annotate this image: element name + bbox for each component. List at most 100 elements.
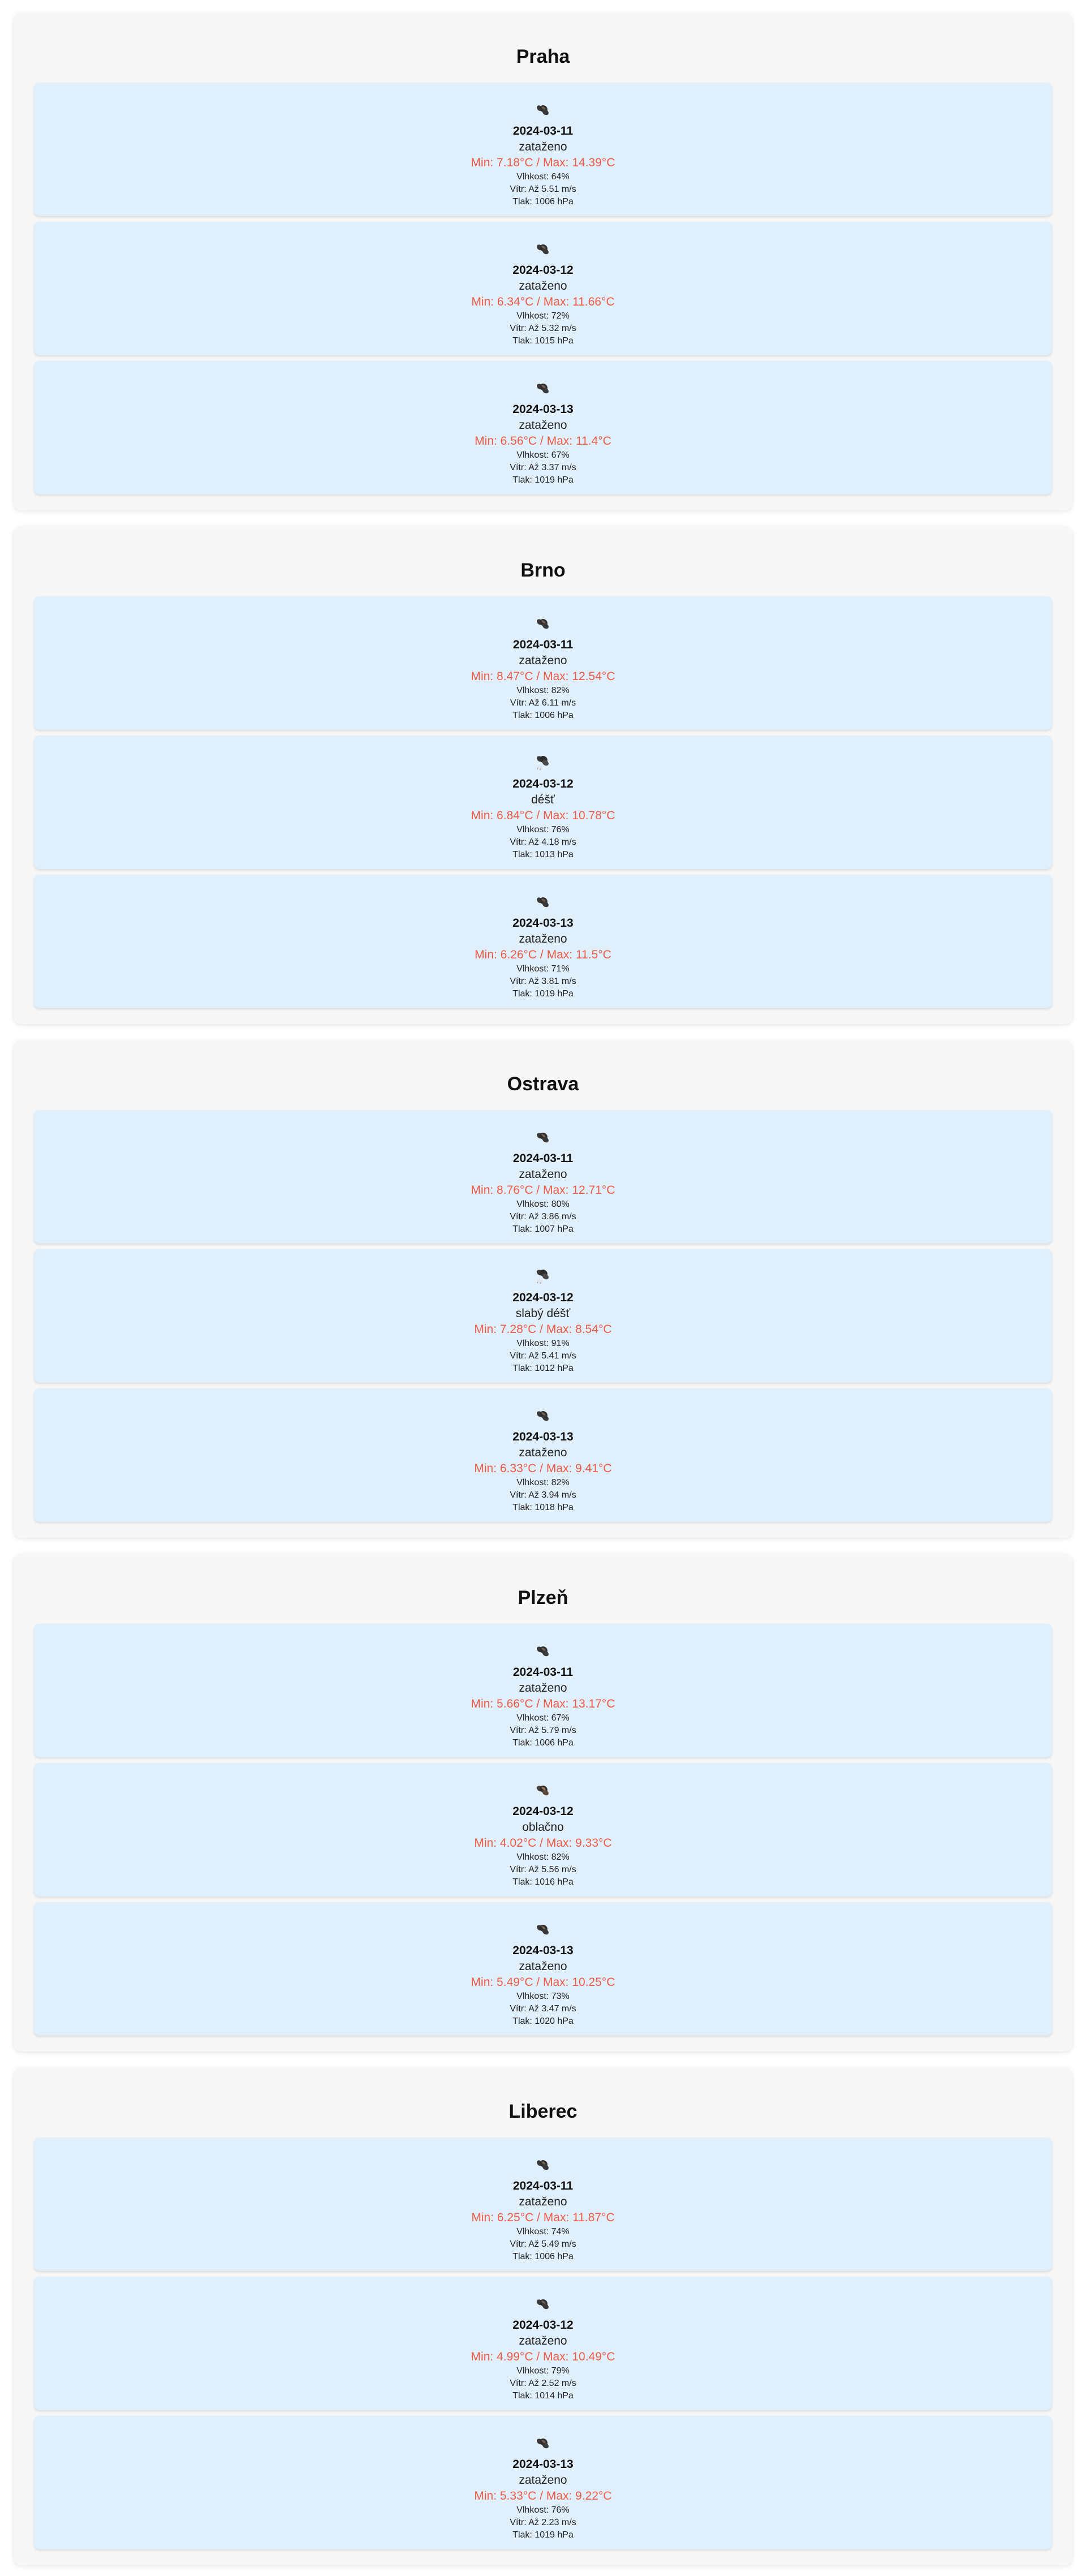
overcast-cloud-icon	[533, 1127, 553, 1147]
wind-speed: Vítr: Až 4.18 m/s	[510, 837, 576, 847]
forecast-date: 2024-03-12	[512, 1291, 574, 1304]
humidity: Vlhkost: 67%	[516, 1713, 570, 1723]
wind-speed: Vítr: Až 5.51 m/s	[510, 184, 576, 194]
weather-description: zataženo	[519, 279, 567, 293]
day-forecast-card: 2024-03-11 zataženo Min: 5.66°C / Max: 1…	[34, 1624, 1052, 1757]
humidity: Vlhkost: 73%	[516, 1992, 570, 2001]
forecast-date: 2024-03-11	[512, 124, 574, 137]
weather-description: zataženo	[519, 2195, 567, 2208]
pressure: Tlak: 1006 hPa	[512, 197, 574, 207]
forecast-date: 2024-03-13	[512, 1944, 574, 1957]
wind-speed: Vítr: Až 5.56 m/s	[510, 1865, 576, 1874]
wind-speed: Vítr: Až 3.37 m/s	[510, 463, 576, 472]
humidity: Vlhkost: 76%	[516, 825, 570, 835]
temperature-range: Min: 4.99°C / Max: 10.49°C	[471, 2350, 615, 2363]
temperature-range: Min: 6.34°C / Max: 11.66°C	[471, 295, 615, 308]
forecast-date: 2024-03-11	[512, 1152, 574, 1165]
temperature-range: Min: 7.28°C / Max: 8.54°C	[474, 1323, 612, 1336]
temperature-range: Min: 6.25°C / Max: 11.87°C	[471, 2211, 615, 2224]
weather-description: slabý déšť	[515, 1307, 571, 1320]
wind-speed: Vítr: Až 5.32 m/s	[510, 324, 576, 333]
city-name: Ostrava	[507, 1073, 579, 1095]
forecast-date: 2024-03-11	[512, 2179, 574, 2192]
day-forecast-card: 2024-03-11 zataženo Min: 7.18°C / Max: 1…	[34, 83, 1052, 216]
overcast-cloud-icon	[533, 100, 553, 120]
pressure: Tlak: 1019 hPa	[512, 989, 574, 999]
humidity: Vlhkost: 64%	[516, 172, 570, 182]
overcast-cloud-icon	[533, 2294, 553, 2314]
pressure: Tlak: 1013 hPa	[512, 850, 574, 859]
pressure: Tlak: 1016 hPa	[512, 1877, 574, 1887]
forecast-date: 2024-03-11	[512, 1666, 574, 1679]
temperature-range: Min: 4.02°C / Max: 9.33°C	[474, 1837, 612, 1850]
forecast-date: 2024-03-12	[512, 264, 574, 277]
pressure: Tlak: 1019 hPa	[512, 2530, 574, 2540]
weather-description: zataženo	[519, 419, 567, 432]
weather-description: zataženo	[519, 140, 567, 153]
rain-cloud-icon	[533, 752, 553, 773]
day-forecast-card: 2024-03-11 zataženo Min: 8.47°C / Max: 1…	[34, 596, 1052, 730]
humidity: Vlhkost: 74%	[516, 2227, 570, 2237]
day-list: 2024-03-11 zataženo Min: 6.25°C / Max: 1…	[34, 2138, 1052, 2549]
wind-speed: Vítr: Až 3.81 m/s	[510, 977, 576, 986]
wind-speed: Vítr: Až 2.23 m/s	[510, 2518, 576, 2527]
day-forecast-card: 2024-03-12 déšť Min: 6.84°C / Max: 10.78…	[34, 736, 1052, 869]
broken-cloud-icon	[533, 1780, 553, 1800]
day-forecast-card: 2024-03-13 zataženo Min: 6.26°C / Max: 1…	[34, 875, 1052, 1008]
temperature-range: Min: 6.26°C / Max: 11.5°C	[475, 948, 611, 961]
temperature-range: Min: 8.76°C / Max: 12.71°C	[471, 1184, 615, 1197]
wind-speed: Vítr: Až 5.49 m/s	[510, 2239, 576, 2249]
wind-speed: Vítr: Až 3.94 m/s	[510, 1490, 576, 1500]
weather-description: déšť	[531, 793, 555, 806]
humidity: Vlhkost: 76%	[516, 2505, 570, 2515]
forecast-date: 2024-03-13	[512, 917, 574, 930]
weather-description: zataženo	[519, 932, 567, 945]
forecast-date: 2024-03-13	[512, 2458, 574, 2471]
humidity: Vlhkost: 91%	[516, 1339, 570, 1348]
city-forecast-card: Liberec 2024-03-11 zataženo Min: 6.25°C …	[14, 2067, 1072, 2565]
day-forecast-card: 2024-03-13 zataženo Min: 5.49°C / Max: 1…	[34, 1902, 1052, 2036]
city-forecast-card: Plzeň 2024-03-11 zataženo Min: 5.66°C / …	[14, 1554, 1072, 2052]
temperature-range: Min: 7.18°C / Max: 14.39°C	[471, 156, 615, 169]
pressure: Tlak: 1015 hPa	[512, 336, 574, 346]
pressure: Tlak: 1014 hPa	[512, 2391, 574, 2401]
wind-speed: Vítr: Až 6.11 m/s	[510, 698, 576, 708]
overcast-cloud-icon	[533, 1405, 553, 1426]
overcast-cloud-icon	[533, 2433, 553, 2453]
city-name: Praha	[516, 46, 570, 67]
forecast-date: 2024-03-13	[512, 403, 574, 416]
weather-description: zataženo	[519, 1168, 567, 1181]
humidity: Vlhkost: 72%	[516, 311, 570, 321]
humidity: Vlhkost: 79%	[516, 2366, 570, 2376]
day-forecast-card: 2024-03-11 zataženo Min: 6.25°C / Max: 1…	[34, 2138, 1052, 2271]
city-name: Liberec	[508, 2101, 578, 2122]
weather-description: zataženo	[519, 1446, 567, 1459]
city-forecast-card: Brno 2024-03-11 zataženo Min: 8.47°C / M…	[14, 526, 1072, 1024]
forecast-date: 2024-03-11	[512, 638, 574, 651]
wind-speed: Vítr: Až 5.41 m/s	[510, 1351, 576, 1361]
pressure: Tlak: 1006 hPa	[512, 711, 574, 720]
weather-description: zataženo	[519, 2334, 567, 2347]
day-forecast-card: 2024-03-12 oblačno Min: 4.02°C / Max: 9.…	[34, 1763, 1052, 1896]
day-list: 2024-03-11 zataženo Min: 7.18°C / Max: 1…	[34, 83, 1052, 494]
humidity: Vlhkost: 80%	[516, 1199, 570, 1209]
weather-description: zataženo	[519, 2474, 567, 2487]
forecast-date: 2024-03-13	[512, 1430, 574, 1443]
day-forecast-card: 2024-03-13 zataženo Min: 6.56°C / Max: 1…	[34, 361, 1052, 494]
overcast-cloud-icon	[533, 613, 553, 634]
day-list: 2024-03-11 zataženo Min: 8.76°C / Max: 1…	[34, 1110, 1052, 1522]
forecast-date: 2024-03-12	[512, 777, 574, 790]
weather-description: zataženo	[519, 1960, 567, 1973]
humidity: Vlhkost: 82%	[516, 686, 570, 695]
temperature-range: Min: 6.84°C / Max: 10.78°C	[471, 809, 615, 822]
overcast-cloud-icon	[533, 2154, 553, 2175]
pressure: Tlak: 1006 hPa	[512, 1738, 574, 1748]
humidity: Vlhkost: 67%	[516, 450, 570, 460]
pressure: Tlak: 1020 hPa	[512, 2016, 574, 2026]
day-forecast-card: 2024-03-12 slabý déšť Min: 7.28°C / Max:…	[34, 1249, 1052, 1383]
pressure: Tlak: 1018 hPa	[512, 1503, 574, 1512]
pressure: Tlak: 1012 hPa	[512, 1364, 574, 1373]
humidity: Vlhkost: 82%	[516, 1478, 570, 1487]
day-forecast-card: 2024-03-13 zataženo Min: 5.33°C / Max: 9…	[34, 2416, 1052, 2549]
day-forecast-card: 2024-03-12 zataženo Min: 6.34°C / Max: 1…	[34, 222, 1052, 355]
